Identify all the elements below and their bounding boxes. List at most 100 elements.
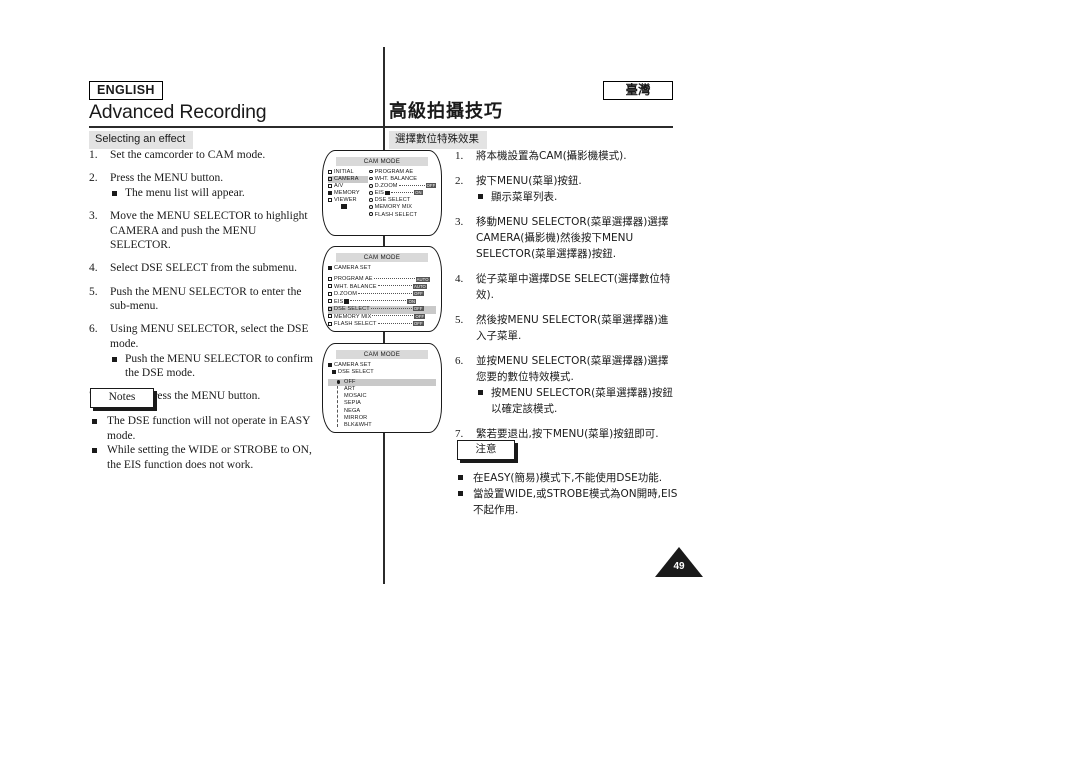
leader-dots	[377, 322, 412, 324]
dse-option[interactable]: MIRROR	[328, 415, 436, 422]
note-item: While setting the WIDE or STROBE to ON, …	[89, 443, 319, 472]
menu-item[interactable]: A/V	[328, 183, 368, 190]
menu-square-icon	[328, 197, 332, 202]
menu-item[interactable]: EIS ON	[369, 190, 437, 197]
step-sub-bullets: 按MENU SELECTOR(菜單選擇器)按鈕以確定該模式.	[476, 385, 677, 417]
page-title-english: Advanced Recording	[89, 101, 267, 123]
step-sub-bullet: 按MENU SELECTOR(菜單選擇器)按鈕以確定該模式.	[476, 385, 677, 417]
leader-dots	[350, 300, 407, 302]
step-text: Move the MENU SELECTOR to highlight CAME…	[110, 209, 308, 252]
menu-item[interactable]: DSE SELECT	[369, 197, 437, 204]
menu-item[interactable]: DSE SELECT OFF	[328, 306, 436, 314]
lcd-menu-body: CAMERA SET DSE SELECT OFF ART MOSAIC SEPIA N…	[328, 362, 436, 429]
menu-item[interactable]: MEMORY MIX	[369, 204, 437, 211]
step-sub-bullet: 顯示菜單列表.	[476, 189, 677, 205]
dse-option-label: ART	[344, 386, 356, 393]
dse-option[interactable]: ART	[328, 386, 436, 393]
menu-item[interactable]: VIEWER	[328, 197, 368, 204]
menu-item-label: PROGRAM AE	[374, 169, 414, 175]
folder-icon	[328, 362, 332, 367]
dse-option[interactable]: MOSAIC	[328, 393, 436, 400]
dse-option[interactable]: NEGA	[328, 408, 436, 415]
notes-label-english: Notes	[90, 388, 154, 408]
step-sub-bullet: Push the MENU SELECTOR to confirm the DS…	[110, 352, 317, 381]
leader-dots	[390, 191, 413, 193]
leader-dots	[377, 285, 412, 287]
menu-item[interactable]: CAMERA	[328, 176, 368, 184]
instruction-step: 4. Select DSE SELECT from the submenu.	[89, 261, 317, 276]
menu-item-label: CAMERA	[334, 176, 359, 183]
menu-left-column: INITIAL CAMERA A/V MEMORY VIEWER	[328, 169, 368, 212]
menu-item-label: EIS	[374, 190, 384, 197]
folder-icon	[332, 369, 336, 374]
lcd-mode-title: CAM MODE	[336, 157, 428, 166]
menu-item-label: FLASH SELECT	[374, 211, 418, 218]
notes-list-chinese: 在EASY(簡易)模式下,不能使用DSE功能. 當設置WIDE,或STROBE模式…	[455, 470, 680, 518]
dse-option[interactable]: OFF	[328, 379, 436, 387]
menu-item-value: AUTO	[415, 276, 430, 282]
menu-item[interactable]: MEMORY	[328, 190, 368, 197]
notes-list-english: The DSE function will not operate in EAS…	[89, 414, 319, 472]
menu-item-label: WHT. BALANCE	[334, 283, 377, 290]
instruction-step: 1. 將本機設置為CAM(攝影機模式).	[455, 148, 677, 164]
menu-item[interactable]: FLASH SELECT OFF	[328, 321, 436, 328]
menu-scroll-marker	[328, 204, 368, 212]
menu-item-label: PROGRAM AE	[334, 276, 373, 283]
instruction-step: 5. Push the MENU SELECTOR to enter the su…	[89, 285, 317, 314]
instruction-step: 4. 從子菜單中選擇DSE SELECT(選擇數位特效).	[455, 271, 677, 303]
menu-square-icon	[328, 190, 332, 195]
dse-option-label: SEPIA	[344, 400, 361, 407]
dse-option-list: OFF ART MOSAIC SEPIA NEGA MIRROR BLK&WHT	[328, 379, 436, 429]
leader-dots	[370, 307, 412, 309]
menu-item-label: MEMORY MIX	[334, 313, 372, 320]
menu-item-label: DSE SELECT	[374, 197, 411, 204]
menu-bullet-icon	[369, 176, 373, 181]
menu-item-value: ON	[413, 190, 423, 196]
page-number-marker: 49	[655, 547, 703, 577]
menu-item-label: MEMORY	[334, 190, 360, 197]
menu-item[interactable]: WHT. BALANCE	[369, 176, 437, 183]
step-number: 5.	[455, 314, 464, 326]
selection-cursor-icon	[337, 380, 341, 384]
menu-item[interactable]: D.ZOOM OFF	[328, 291, 436, 298]
dse-option-label: BLK&WHT	[344, 421, 372, 428]
menu-item[interactable]: INITIAL	[328, 169, 368, 176]
header-rule-left	[89, 126, 383, 128]
menu-rows: PROGRAM AE AUTO WHT. BALANCE AUTO D.ZOOM OFF E…	[328, 276, 436, 328]
menu-square-icon	[328, 169, 332, 174]
menu-breadcrumb: CAMERA SET	[328, 362, 436, 369]
menu-item[interactable]: MEMORY MIX OFF	[328, 314, 436, 321]
step-number: 2.	[89, 172, 98, 185]
header-rule-right	[385, 126, 673, 128]
menu-item-label: A/V	[334, 183, 344, 190]
step-text: Set the camcorder to CAM mode.	[110, 149, 266, 161]
lcd-screen-main-menu: CAM MODE INITIAL CAMERA A/V MEMORY VIEWER PR…	[322, 150, 442, 236]
menu-item-value: OFF	[413, 291, 424, 297]
menu-breadcrumb-2: DSE SELECT	[328, 369, 436, 376]
menu-bullet-icon	[369, 191, 373, 195]
menu-item[interactable]: PROGRAM AE	[369, 169, 437, 176]
menu-item-label: INITIAL	[334, 169, 354, 175]
menu-square-icon	[328, 306, 332, 311]
step-number: 1.	[455, 150, 464, 162]
menu-item[interactable]: EIS ON	[328, 299, 436, 306]
lcd-mode-title: CAM MODE	[336, 253, 428, 262]
page-number: 49	[673, 561, 685, 572]
step-sub-bullet: The menu list will appear.	[110, 186, 317, 201]
menu-item[interactable]: WHT. BALANCE AUTO	[328, 284, 436, 291]
leader-dots	[372, 315, 414, 317]
instruction-step: 3. 移動MENU SELECTOR(菜單選擇器)選擇CAMERA(攝影機)然後按…	[455, 214, 677, 262]
menu-item[interactable]: PROGRAM AE AUTO	[328, 276, 436, 283]
step-sub-bullets: Push the MENU SELECTOR to confirm the DS…	[110, 352, 317, 381]
menu-item[interactable]: FLASH SELECT	[369, 212, 437, 219]
lcd-screen-dse-select: CAM MODE CAMERA SET DSE SELECT OFF ART MOS…	[322, 343, 442, 433]
dse-option[interactable]: BLK&WHT	[328, 422, 436, 429]
instruction-list-english: 1. Set the camcorder to CAM mode. 2. Press …	[89, 148, 317, 412]
dse-option[interactable]: SEPIA	[328, 400, 436, 407]
menu-item-label: D.ZOOM	[374, 183, 398, 190]
step-text: Select DSE SELECT from the submenu.	[110, 262, 297, 275]
step-number: 6.	[455, 355, 464, 367]
menu-square-icon	[328, 321, 332, 326]
menu-item[interactable]: D.ZOOM OFF	[369, 183, 437, 190]
menu-square-icon	[328, 299, 332, 304]
